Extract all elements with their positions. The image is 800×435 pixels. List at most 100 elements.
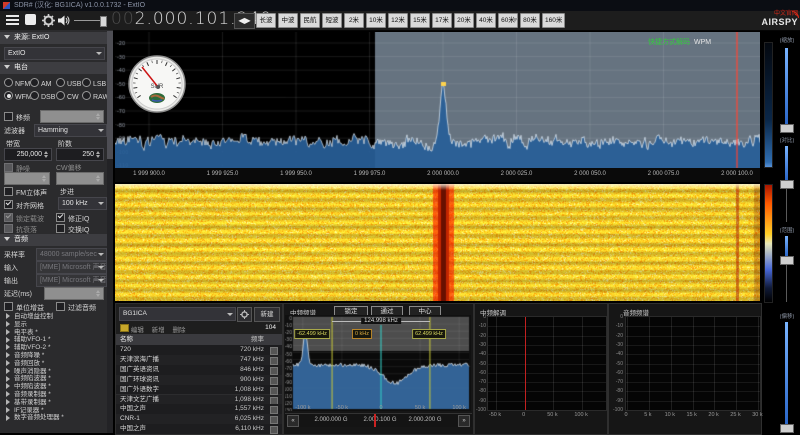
scan-checkbox[interactable] <box>270 397 278 405</box>
scan-checkbox[interactable] <box>270 367 278 375</box>
folder-icon[interactable] <box>120 324 129 332</box>
menu-icon[interactable] <box>6 15 19 25</box>
radio-icon[interactable] <box>82 78 91 87</box>
demod-chart[interactable] <box>487 316 607 411</box>
volume-slider[interactable] <box>74 20 106 21</box>
scrollbar-thumb[interactable] <box>107 31 113 159</box>
ruler-right-arrow[interactable]: » <box>458 415 470 427</box>
if-frequency-ruler[interactable]: « 2.000.000 G 2.000.100 G 2.000.200 G » <box>285 413 472 427</box>
plugin-section-5[interactable]: 辅助VFO-2 * <box>0 344 112 352</box>
plugin-section-11[interactable]: 音频录制器 * <box>0 391 112 399</box>
gear-icon[interactable] <box>42 14 55 27</box>
if-x-tick: 100 k <box>452 405 465 411</box>
chevron-down-icon <box>96 52 102 55</box>
correct-iq-checkbox[interactable]: 修正IQ <box>56 213 89 224</box>
mode-radio-am[interactable]: AM <box>30 78 52 88</box>
scan-checkbox[interactable] <box>270 357 278 365</box>
mode-radio-nfm[interactable]: NFM <box>4 78 30 88</box>
rf-spectrum-display[interactable] <box>115 32 760 168</box>
band-button-3[interactable]: 民航 <box>300 13 320 28</box>
scan-checkbox[interactable] <box>270 406 278 414</box>
bandwidth-input[interactable]: 250,000 <box>4 148 52 161</box>
scan-checkbox[interactable] <box>270 347 278 355</box>
chevron-down-icon <box>227 313 233 316</box>
mode-radio-dsb[interactable]: DSB <box>30 91 55 101</box>
slider-handle[interactable] <box>780 180 794 189</box>
edit-action[interactable]: 编辑 <box>131 327 144 334</box>
slider-handle[interactable] <box>780 124 794 133</box>
expand-icon <box>6 313 10 319</box>
mode-radio-wfm[interactable]: WFM <box>4 91 32 101</box>
filter-dropdown[interactable]: Hamming <box>34 124 107 137</box>
mode-radio-raw[interactable]: RAW <box>82 91 109 101</box>
band-button-8[interactable]: 15米 <box>410 13 430 28</box>
speaker-icon[interactable] <box>58 15 71 26</box>
scan-checkbox[interactable] <box>270 377 278 385</box>
band-button-14[interactable]: 160米 <box>542 13 565 28</box>
plugin-section-14[interactable]: 数字音频处理器 * <box>0 414 112 422</box>
audio-chart[interactable] <box>625 316 761 411</box>
band-button-5[interactable]: 2米 <box>344 13 364 28</box>
profile-dropdown[interactable]: BG1ICA <box>119 307 236 321</box>
lock-carrier-checkbox[interactable]: 锁定载波 <box>4 213 44 224</box>
radio-icon[interactable] <box>56 91 65 100</box>
plugin-section-1[interactable]: 自动增益控制 <box>0 313 112 321</box>
airspy-logo: 中文官网 AIRSPY <box>738 11 798 30</box>
source-dropdown[interactable]: ExtIO <box>4 47 105 60</box>
table-header[interactable]: 名称 频率 <box>116 334 282 345</box>
shift-checkbox[interactable]: 移频 <box>4 112 30 123</box>
ruler-left-arrow[interactable]: « <box>287 415 299 427</box>
plugin-section-10[interactable]: 中频陷波器 * <box>0 383 112 391</box>
radio-icon[interactable] <box>4 78 13 87</box>
plugin-section-7[interactable]: 音频回放 * <box>0 360 112 368</box>
slider-handle[interactable] <box>780 256 794 265</box>
add-action[interactable]: 新增 <box>152 327 165 334</box>
stop-button[interactable] <box>25 14 36 25</box>
mode-radio-lsb[interactable]: LSB <box>82 78 106 88</box>
delete-action[interactable]: 删除 <box>172 327 185 334</box>
filter-audio-checkbox[interactable]: 过滤音频 <box>56 302 96 313</box>
slider-handle[interactable] <box>780 424 794 433</box>
radio-icon[interactable] <box>4 91 13 100</box>
new-entry-button[interactable]: 新建 <box>254 307 280 322</box>
band-button-9[interactable]: 17米 <box>432 13 452 28</box>
scan-checkbox[interactable] <box>270 416 278 424</box>
section-source[interactable]: 来源: ExtIO <box>0 32 110 44</box>
band-button-11[interactable]: 40米 <box>476 13 496 28</box>
band-button-1[interactable]: 长波 <box>256 13 276 28</box>
band-button-10[interactable]: 20米 <box>454 13 474 28</box>
step-right-icon[interactable]: ▶ <box>245 16 251 25</box>
plugin-section-6[interactable]: 音频降噪 * <box>0 352 112 360</box>
radio-icon[interactable] <box>82 91 91 100</box>
unity-gain-checkbox[interactable]: 单位增益 <box>4 302 44 313</box>
plugin-section-2[interactable]: 显示 <box>0 321 112 329</box>
fm-stereo-checkbox[interactable]: FM立体声 <box>4 187 47 198</box>
volume-slider-handle[interactable] <box>100 16 107 27</box>
ruler-label: 2.000.100 G <box>363 417 396 423</box>
frequency-step-buttons[interactable]: ◀▶ <box>234 13 255 29</box>
mode-radio-cw[interactable]: CW <box>56 91 79 101</box>
band-button-7[interactable]: 12米 <box>388 13 408 28</box>
expand-icon <box>6 329 10 335</box>
scan-checkbox[interactable] <box>270 387 278 395</box>
mode-radio-usb[interactable]: USB <box>56 78 81 88</box>
order-input[interactable]: 250 <box>56 148 104 161</box>
radio-icon[interactable] <box>30 91 39 100</box>
section-audio[interactable]: 音频 <box>0 234 110 246</box>
plugin-section-12[interactable]: 基带录制器 * <box>0 399 112 407</box>
band-button-2[interactable]: 中波 <box>278 13 298 28</box>
frequency-leading-zeros: 00 <box>111 9 135 29</box>
band-button-4[interactable]: 短波 <box>322 13 342 28</box>
waterfall-display[interactable] <box>115 184 760 301</box>
radio-icon[interactable] <box>30 78 39 87</box>
band-button-6[interactable]: 10米 <box>366 13 386 28</box>
sidebar-scrollbar[interactable] <box>107 31 113 433</box>
step-dropdown[interactable]: 100 kHz <box>58 197 107 210</box>
section-radio[interactable]: 电台 <box>0 62 110 74</box>
manager-settings-button[interactable] <box>237 307 252 322</box>
snap-checkbox[interactable]: 对齐网格 <box>4 200 44 211</box>
radio-icon[interactable] <box>56 78 65 87</box>
band-button-13[interactable]: 80米 <box>520 13 540 28</box>
band-overflow-caret-icon[interactable] <box>512 18 518 22</box>
y-tick: -80 <box>479 388 486 394</box>
